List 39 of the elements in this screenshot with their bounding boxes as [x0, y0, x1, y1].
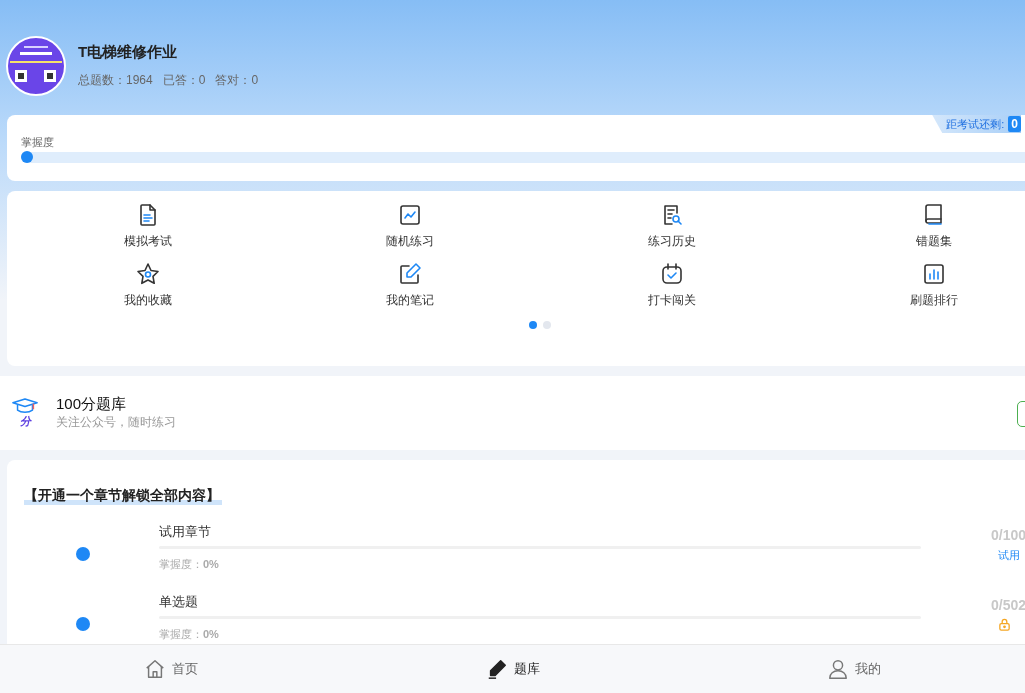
trial-tag: 试用 — [998, 548, 1020, 563]
promo-title: 100分题库 — [56, 395, 128, 414]
nav-tab[interactable]: 我的 — [683, 645, 1025, 693]
stat-text: 答对：0 — [215, 72, 259, 89]
chapter-dot — [76, 547, 90, 561]
menu-label[interactable]: 我的笔记 — [386, 292, 434, 309]
chapter-title[interactable]: 试用章节 — [159, 523, 921, 541]
user-icon — [827, 658, 850, 680]
menu-label[interactable]: 打卡闯关 — [648, 292, 696, 309]
stat-text: 已答：0 — [162, 72, 206, 89]
nav-tab[interactable]: 首页 — [0, 645, 342, 693]
course-title: T电梯维修作业 — [78, 43, 179, 62]
edit-icon[interactable] — [398, 262, 422, 286]
star-icon[interactable] — [136, 262, 160, 286]
countdown-value: 0 — [1008, 116, 1021, 132]
lock-icon — [998, 618, 1011, 631]
nav-tab[interactable]: 题库 — [341, 645, 684, 693]
bar-chart-icon[interactable] — [922, 262, 946, 286]
countdown-label: 距考试还剩: — [946, 116, 1005, 132]
brand-logo: 分 — [8, 397, 42, 429]
menu-label[interactable]: 刷题排行 — [910, 292, 958, 309]
menu-label[interactable]: 随机练习 — [386, 233, 434, 250]
section-heading: 【开通一个章节解锁全部内容】 — [24, 487, 222, 505]
chart-icon[interactable] — [398, 203, 422, 227]
mastery-label: 掌握度 — [21, 135, 55, 150]
calendar-icon[interactable] — [660, 262, 684, 286]
menu-label[interactable]: 模拟考试 — [124, 233, 172, 250]
chapter-title[interactable]: 单选题 — [159, 593, 921, 611]
promo-subtitle: 关注公众号，随时练习 — [56, 414, 176, 431]
chapter-mastery: 掌握度：0% — [159, 627, 220, 642]
stat-text: 总题数：1964 — [78, 72, 153, 89]
page-dot[interactable] — [529, 321, 537, 329]
chapter-dot — [76, 617, 90, 631]
page-dot[interactable] — [543, 321, 551, 329]
menu-label[interactable]: 我的收藏 — [124, 292, 172, 309]
home-icon — [143, 658, 166, 680]
menu-label[interactable]: 错题集 — [916, 233, 952, 250]
menu-label[interactable]: 练习历史 — [648, 233, 696, 250]
chapter-mastery: 掌握度：0% — [159, 557, 220, 572]
